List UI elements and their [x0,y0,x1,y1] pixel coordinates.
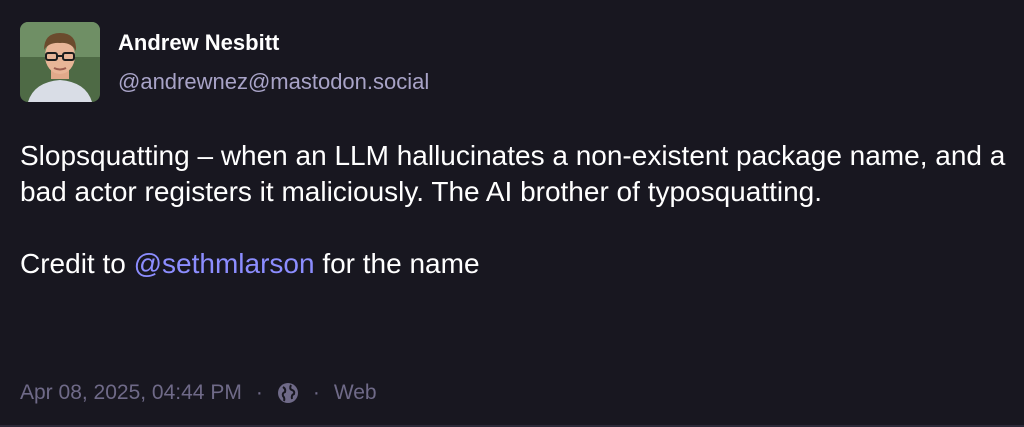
post-paragraph-1: Slopsquatting – when an LLM hallucinates… [20,140,1006,207]
meta-separator-2: · [312,381,320,404]
meta-separator: · [255,381,263,404]
author-handle[interactable]: @andrewnez@mastodon.social [118,69,429,95]
post-card: Andrew Nesbitt @andrewnez@mastodon.socia… [0,0,1024,427]
post-meta: Apr 08, 2025, 04:44 PM · · Web [20,381,377,405]
post-application: Web [333,381,377,404]
credit-suffix: for the name [314,248,480,279]
post-content: Slopsquatting – when an LLM hallucinates… [20,138,1010,282]
post-timestamp[interactable]: Apr 08, 2025, 04:44 PM [20,381,242,405]
author-display-name[interactable]: Andrew Nesbitt [118,30,279,56]
avatar[interactable] [20,22,100,102]
mention-link[interactable]: @sethmlarson [134,248,315,279]
credit-prefix: Credit to [20,248,134,279]
globe-icon [277,382,299,404]
avatar-image [20,22,100,102]
post-paragraph-2: Credit to @sethmlarson for the name [20,246,1010,282]
